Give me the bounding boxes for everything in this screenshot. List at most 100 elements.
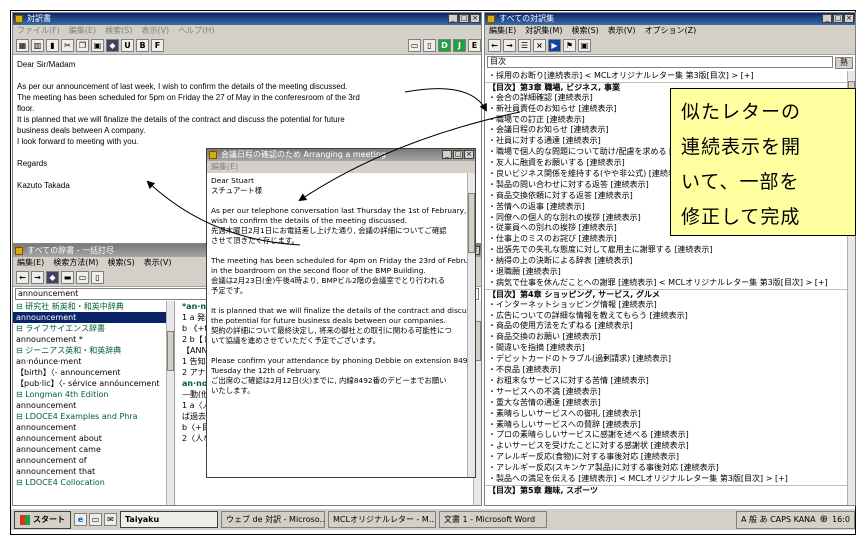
chapter-heading[interactable]: 【目次】第5章 趣味, スポーツ	[485, 484, 855, 496]
close-button[interactable]: ×	[844, 14, 854, 23]
letter-list-item[interactable]: ・間違いを指摘 [連続表示]	[485, 343, 855, 354]
font-button[interactable]: F	[151, 39, 164, 52]
letter-list-item[interactable]: ・出張先での失礼な態度に対して雇用主に謝罪する [連続表示]	[485, 245, 855, 256]
minimize-button[interactable]: _	[448, 14, 458, 23]
split-horizontal-icon[interactable]: ▭	[408, 39, 421, 52]
letter-list-item[interactable]: ・お粗末なサービスに対する苦情 [連続表示]	[485, 376, 855, 387]
letter-list-item[interactable]: ・よいサービスを受けたことに対する感謝状 [連続表示]	[485, 441, 855, 452]
copy-icon[interactable]: ❐	[76, 39, 89, 52]
menu-edit[interactable]: 編集(E)	[69, 25, 96, 37]
letter-list-item[interactable]: ・商品交換のお願い [連続表示]	[485, 332, 855, 343]
letter-list-item[interactable]: ・アレルギー反応(食物)に対する事後対応 [連続表示]	[485, 452, 855, 463]
format-icon[interactable]: ◆	[106, 39, 119, 52]
taskbar-task-button[interactable]: MCLオリジナルレター - M...	[328, 511, 436, 528]
dictionary-result-item[interactable]: announcement	[13, 400, 174, 411]
letter-list-item[interactable]: ・プロの素晴らしいサービスに感謝を述べる [連続表示]	[485, 430, 855, 441]
taskbar-task-button[interactable]: 文書 1 - Microsoft Word	[439, 511, 547, 528]
letter-list-item[interactable]: ・デビットカードのトラブル(過剰請求) [連続表示]	[485, 354, 855, 365]
chapter-heading[interactable]: 【目次】第4章 ショッピング, サービス, グルメ	[485, 288, 855, 300]
forward-icon[interactable]: →	[31, 271, 44, 284]
mail-icon[interactable]: ✉	[104, 513, 117, 526]
minimize-button[interactable]: _	[822, 14, 832, 23]
columns-icon[interactable]: ▥	[31, 39, 44, 52]
dictionary-result-item[interactable]: an·nóunce·ment	[13, 356, 174, 367]
menu-search[interactable]: 検索(S)	[571, 25, 598, 37]
menu-view[interactable]: 表示(V)	[608, 25, 636, 37]
dictionary-icon[interactable]: J	[453, 39, 466, 52]
menu-edit[interactable]: 編集(E)	[211, 161, 238, 173]
list-scrollbar[interactable]	[166, 301, 174, 505]
menu-collection[interactable]: 対訳集(M)	[525, 25, 562, 37]
maximize-button[interactable]: □	[453, 150, 463, 159]
letter-list-item[interactable]: ・商品の使用方法をたずねる [連続表示]	[485, 321, 855, 332]
taskbar-task-button[interactable]: ウェブ de 対訳 - Microso...	[221, 511, 325, 528]
en-icon[interactable]: E	[468, 39, 481, 52]
dictionary-result-item[interactable]: ⊟ LDOCE4 Collocation	[13, 477, 174, 488]
grid-icon[interactable]: ▦	[16, 39, 29, 52]
back-icon[interactable]: ←	[16, 271, 29, 284]
letter-list-item[interactable]: ・広告についての詳細な情報を教えてもらう [連続表示]	[485, 311, 855, 322]
bold-button[interactable]: B	[136, 39, 149, 52]
letter-list-item[interactable]: ・納得の上の決断による辞表 [連続表示]	[485, 256, 855, 267]
ie-icon[interactable]: e	[74, 513, 87, 526]
minimize-button[interactable]: _	[442, 150, 452, 159]
underline-button[interactable]: U	[121, 39, 134, 52]
desktop-icon[interactable]: ▭	[89, 513, 102, 526]
dictionary-result-item[interactable]: 【pub·lic】〈- sérvice annóuncement	[13, 378, 174, 389]
menu-edit[interactable]: 編集(E)	[17, 257, 44, 269]
letter-list-item[interactable]: ・不良品 [連続表示]	[485, 365, 855, 376]
panel-icon[interactable]: ▬	[61, 271, 74, 284]
panel2-icon[interactable]: ▭	[76, 271, 89, 284]
dictionary-result-item[interactable]: announcement	[13, 422, 174, 433]
dictionary-result-item[interactable]: announcement	[13, 312, 174, 323]
letter-list-item[interactable]: ・製品への満足を伝える [連続表示] < MCLオリジナルレター集 第3版[目次…	[485, 474, 855, 485]
save-icon[interactable]: ▣	[578, 39, 591, 52]
letter-list-item[interactable]: ・インターネットショッピング情報 [連続表示]	[485, 300, 855, 311]
letter-list-item[interactable]: ・退職願 [連続表示]	[485, 267, 855, 278]
dictionary-result-item[interactable]: ⊟ ジーニアス英和・和英辞典	[13, 345, 174, 356]
dictionary-result-item[interactable]: ⊟ LDOCE4 Examples and Phra	[13, 411, 174, 422]
menu-options[interactable]: オプション(Z)	[645, 25, 697, 37]
forward-icon[interactable]: →	[503, 39, 516, 52]
menu-search[interactable]: 検索(S)	[107, 257, 134, 269]
menu-view[interactable]: 表示(V)	[144, 257, 172, 269]
letter-list-item[interactable]: ・重大な苦情の通達 [連続表示]	[485, 398, 855, 409]
menu-help[interactable]: ヘルプ(H)	[178, 25, 214, 37]
play-icon[interactable]: ▶	[548, 39, 561, 52]
maximize-button[interactable]: □	[459, 14, 469, 23]
menu-edit[interactable]: 編集(E)	[489, 25, 516, 37]
dictionary-result-item[interactable]: 【birth】〈- announcement	[13, 367, 174, 378]
dictionary-result-item[interactable]: announcement about	[13, 433, 174, 444]
dictionary-result-item[interactable]: ⊟ ライフサイエンス辞書	[13, 323, 174, 334]
translate-icon[interactable]: D	[438, 39, 451, 52]
taskbar-task-button[interactable]: Taiyaku	[120, 511, 218, 528]
close-icon[interactable]: ×	[533, 39, 546, 52]
paste-icon[interactable]: ▣	[91, 39, 104, 52]
menu-search-method[interactable]: 検索方法(M)	[53, 257, 98, 269]
letters-search-input[interactable]: 目次	[487, 56, 833, 68]
close-button[interactable]: ×	[464, 150, 474, 159]
diamond-icon[interactable]: ◆	[46, 271, 59, 284]
letter-list-item[interactable]: ・素晴らしいサービスへの賛辞 [連続表示]	[485, 420, 855, 431]
dictionary-result-item[interactable]: announcement *	[13, 334, 174, 345]
split-vertical-icon[interactable]: ▯	[423, 39, 436, 52]
book-icon[interactable]: ▮	[46, 39, 59, 52]
menu-file[interactable]: ファイル(F)	[17, 25, 60, 37]
dictionary-result-item[interactable]: ⊟ Longman 4th Edition	[13, 389, 174, 400]
start-button[interactable]: スタート	[14, 510, 71, 529]
cut-icon[interactable]: ✂	[61, 39, 74, 52]
letter-list-item[interactable]: ・アレルギー反応(スキンケア製品)に対する事後対応 [連続表示]	[485, 463, 855, 474]
letter-list-item[interactable]: ・採用のお断り[連続表示] < MCLオリジナルレター集 第3版[目次] > […	[485, 71, 855, 82]
letter-scrollbar[interactable]	[467, 173, 475, 477]
close-button[interactable]: ×	[470, 14, 480, 23]
dictionary-result-item[interactable]: announcement came	[13, 444, 174, 455]
dictionary-result-item[interactable]: ⊟ 研究社 新英和・和英中辞典	[13, 301, 174, 312]
maximize-button[interactable]: □	[833, 14, 843, 23]
letter-list-item[interactable]: ・サービスへの不満 [連続表示]	[485, 387, 855, 398]
letter-list-item[interactable]: ・病気で仕事を休んだことへの謝罪 [連続表示] < MCLオリジナルレター集 第…	[485, 278, 855, 289]
panel3-icon[interactable]: ▯	[91, 271, 104, 284]
list-icon[interactable]: ☰	[518, 39, 531, 52]
dictionary-result-item[interactable]: announcement that	[13, 466, 174, 477]
letter-list-item[interactable]: ・素晴らしいサービスへの御礼 [連続表示]	[485, 409, 855, 420]
flag-icon[interactable]: ⚑	[563, 39, 576, 52]
